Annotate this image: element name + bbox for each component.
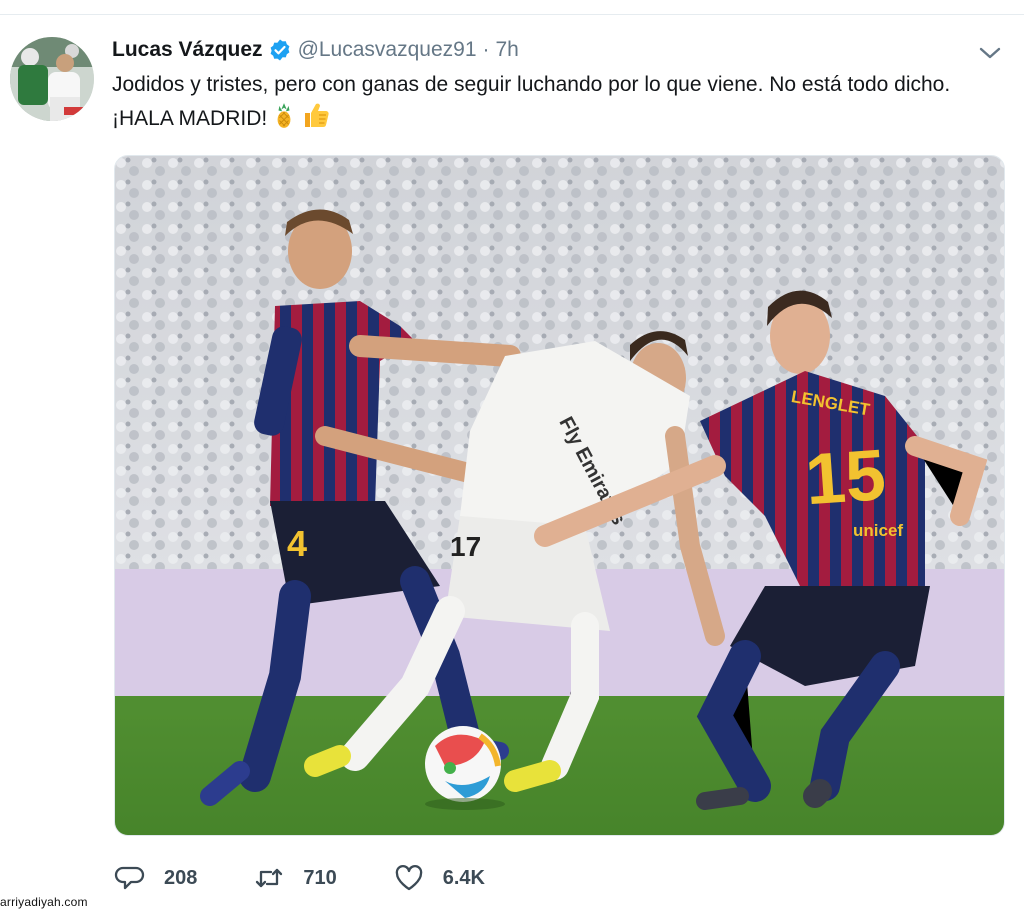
retweet-count: 710 <box>303 866 337 889</box>
avatar-image <box>10 37 94 121</box>
reply-icon <box>114 866 145 890</box>
reply-button[interactable]: 208 <box>114 862 197 894</box>
retweet-icon <box>256 868 283 888</box>
watermark: arriyadiyah.com <box>0 895 88 909</box>
like-count: 6.4K <box>442 866 485 889</box>
jersey-number-15: 15 <box>803 435 888 520</box>
pineapple-emoji <box>273 102 295 139</box>
tweet-body: Jodidos y tristes, pero con ganas de seg… <box>112 73 951 130</box>
thumbs-up-emoji <box>301 100 331 139</box>
like-button[interactable]: 6.4K <box>393 862 485 894</box>
jersey-number-17: 17 <box>450 531 481 562</box>
tweet-header: Lucas Vázquez @Lucasvazquez91 · 7h <box>112 36 519 64</box>
reply-count: 208 <box>164 866 198 889</box>
jersey-sponsor-unicef: unicef <box>853 521 903 540</box>
avatar[interactable] <box>10 37 94 121</box>
verified-badge-icon <box>268 38 292 62</box>
heart-icon <box>395 865 422 891</box>
football-match-photo: 4 Fly Emirates 17 LENGLET 15 unicef <box>115 156 1004 835</box>
tweet-timestamp[interactable]: 7h <box>496 38 519 62</box>
top-divider <box>0 14 1024 15</box>
tweet-text: Jodidos y tristes, pero con ganas de seg… <box>112 70 992 139</box>
retweet-button[interactable]: 710 <box>253 862 337 894</box>
chevron-down-icon[interactable] <box>976 39 1004 67</box>
user-handle[interactable]: @Lucasvazquez91 <box>298 38 477 62</box>
header-separator: · <box>482 38 490 61</box>
tweet-actions: 208 710 6.4K <box>114 858 541 898</box>
display-name[interactable]: Lucas Vázquez <box>112 38 263 62</box>
tweet-photo[interactable]: 4 Fly Emirates 17 LENGLET 15 unicef <box>114 155 1005 836</box>
tweet-page: Lucas Vázquez @Lucasvazquez91 · 7h Jodid… <box>0 0 1024 913</box>
jersey-number-4: 4 <box>287 523 307 564</box>
